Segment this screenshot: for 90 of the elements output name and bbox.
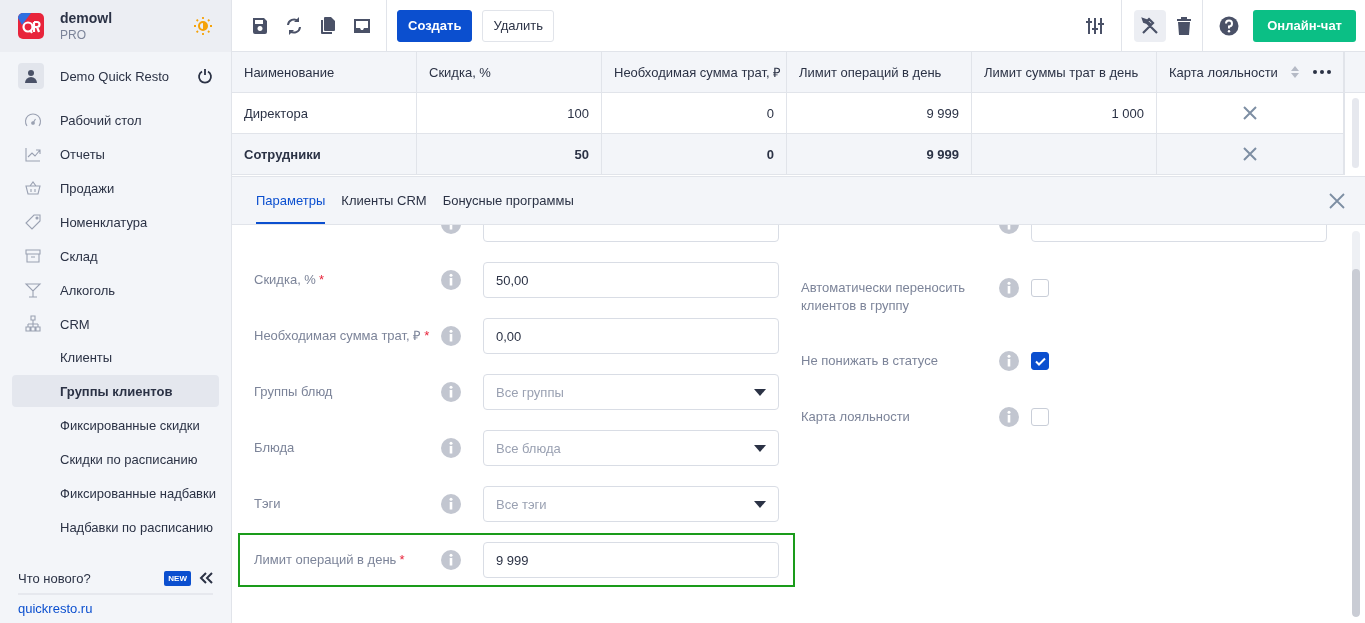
collapse-icon[interactable] (199, 572, 213, 584)
close-icon[interactable] (1329, 192, 1345, 209)
table-cell: Сотрудники (244, 146, 321, 162)
nav-item[interactable]: Алкоголь (12, 273, 219, 307)
nav-item[interactable]: CRM (12, 307, 219, 341)
table-cell: 50 (574, 146, 589, 162)
field-label: Карта лояльности (801, 408, 911, 426)
glass-icon (24, 281, 42, 299)
delete-button[interactable]: Удалить (482, 9, 555, 42)
caret-icon (754, 388, 766, 396)
panel-tab[interactable]: Бонусные программы (442, 177, 574, 224)
power-icon[interactable] (197, 68, 213, 84)
nav-item[interactable]: Отчеты (12, 137, 219, 171)
more-icon[interactable] (1313, 70, 1331, 74)
save-icon[interactable] (250, 15, 270, 36)
sliders-icon[interactable] (1085, 15, 1106, 36)
column-header[interactable]: Лимит суммы трат в день (984, 64, 1139, 80)
checkbox[interactable] (1031, 352, 1049, 370)
gauge-icon (24, 111, 42, 129)
person-icon (24, 69, 38, 83)
table-cell: 1 000 (1111, 105, 1144, 121)
archive-box-icon (24, 247, 42, 265)
field-label: Лимит операций в день * (254, 551, 406, 569)
copy-icon[interactable] (318, 15, 338, 36)
input-field[interactable]: 9 999 (483, 542, 779, 578)
site-link[interactable]: quickresto.ru (18, 595, 213, 623)
field-label: Необходимая сумма трат, ₽ * (254, 327, 431, 345)
column-header[interactable]: Карта лояльности (1169, 64, 1278, 80)
column-header[interactable]: Скидка, % (429, 64, 491, 80)
caret-icon (754, 444, 766, 452)
refresh-icon[interactable] (284, 15, 304, 36)
field-label: Группы блюд (254, 383, 334, 401)
help-icon[interactable] (1219, 15, 1240, 36)
info-icon[interactable] (441, 382, 461, 402)
column-header[interactable]: Лимит операций в день (799, 64, 942, 80)
logo-icon (18, 13, 44, 39)
whats-new-link[interactable]: Что нового? (18, 570, 157, 586)
plan-label: PRO (60, 28, 87, 42)
table-cell: 0 (766, 105, 774, 121)
create-button[interactable]: Создать (397, 9, 473, 42)
table-cell: 9 999 (926, 146, 959, 162)
info-icon[interactable] (999, 407, 1019, 427)
table-cell: 0 (766, 146, 774, 162)
input-field[interactable]: 50,00 (483, 262, 779, 298)
nav-subitem[interactable]: Фиксированные надбавки (12, 477, 219, 509)
field-label: Не понижать в статусе (801, 352, 939, 370)
table-cell: 100 (567, 105, 589, 121)
input-field[interactable]: 0,00 (483, 318, 779, 354)
nav-subitem[interactable]: Надбавки по расписанию (12, 511, 219, 543)
nav-item[interactable]: Рабочий стол (12, 103, 219, 137)
table-row[interactable]: Сотрудники 50 0 9 999 (232, 134, 1344, 175)
nav-item[interactable]: Склад (12, 239, 219, 273)
nav-subitem[interactable]: Скидки по расписанию (12, 443, 219, 475)
info-icon[interactable] (441, 550, 461, 570)
info-icon[interactable] (999, 278, 1019, 298)
column-header[interactable]: Необходимая сумма трат, ₽ (614, 63, 782, 81)
brand-name: demowl (60, 10, 114, 26)
field-label: Скидка, % * (254, 271, 325, 289)
info-icon[interactable] (441, 494, 461, 514)
nav-subitem[interactable]: Группы клиентов (12, 375, 219, 407)
field-label: Автоматически переносить клиентов в группу (801, 279, 967, 315)
table-cell: Директора (244, 105, 308, 121)
panel-tab[interactable]: Клиенты CRM (341, 177, 427, 224)
field-label: Блюда (254, 439, 296, 457)
info-icon[interactable] (999, 351, 1019, 371)
scrollbar[interactable] (1352, 231, 1360, 617)
sort-icon[interactable] (1291, 66, 1300, 78)
chart-icon (24, 145, 42, 163)
trash-icon[interactable] (1176, 15, 1193, 36)
field-label: Тэги (254, 495, 282, 513)
info-icon[interactable] (441, 326, 461, 346)
sun-icon[interactable] (193, 16, 213, 36)
nav-item[interactable]: Продажи (12, 171, 219, 205)
panel-tab[interactable]: Параметры (256, 177, 326, 224)
scrollbar[interactable] (1344, 52, 1365, 175)
hierarchy-icon (24, 315, 42, 333)
nav-item[interactable]: Номенклатура (12, 205, 219, 239)
column-header[interactable]: Наименование (244, 64, 335, 80)
check-icon (1034, 356, 1046, 366)
nav-subitem[interactable]: Фиксированные скидки (12, 409, 219, 441)
user-name: Demo Quick Resto (60, 68, 171, 84)
new-badge: NEW (164, 570, 191, 586)
tools-button[interactable] (1134, 9, 1167, 42)
basket-icon (24, 179, 42, 197)
info-icon[interactable] (441, 438, 461, 458)
tag-icon (24, 213, 42, 231)
info-icon[interactable] (441, 270, 461, 290)
nav-subitem[interactable]: Клиенты (12, 341, 219, 373)
caret-icon (754, 500, 766, 508)
table-cell: 9 999 (926, 105, 959, 121)
